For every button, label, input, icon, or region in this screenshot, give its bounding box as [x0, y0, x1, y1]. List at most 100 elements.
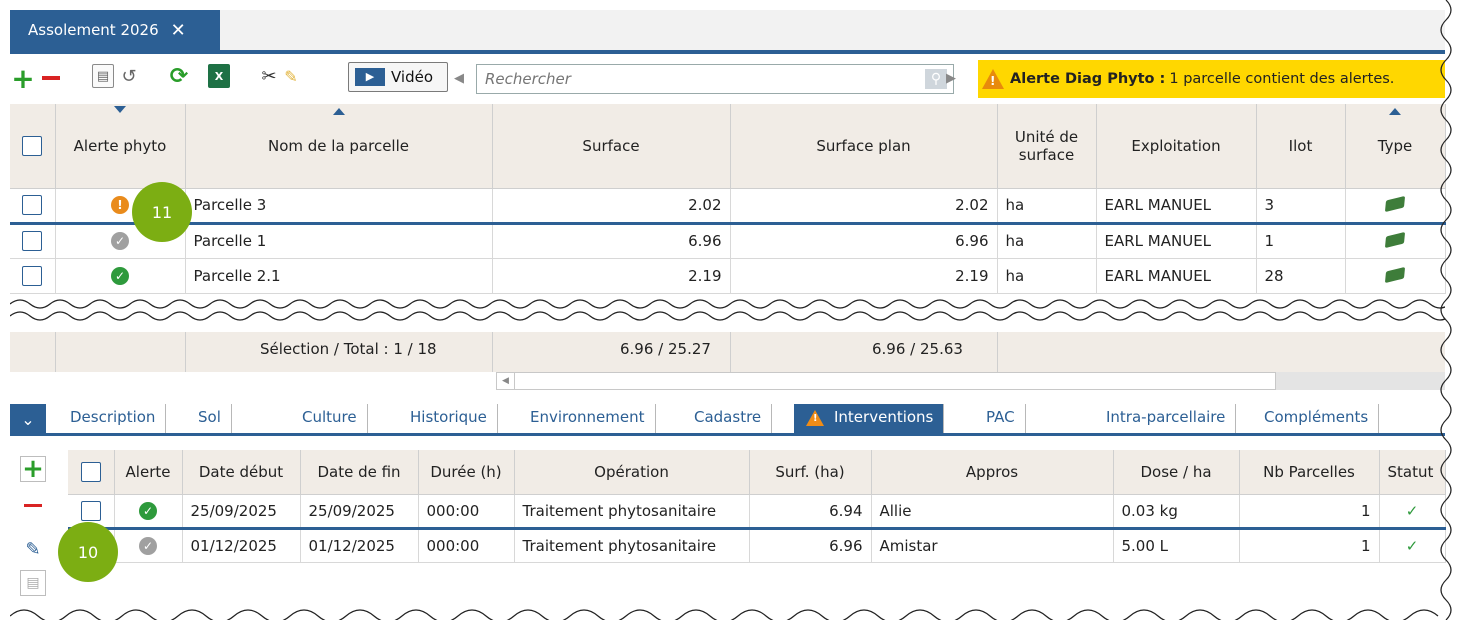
operation-cell: Traitement phytosanitaire: [514, 494, 750, 529]
col-date-fin[interactable]: Date de fin: [300, 450, 419, 495]
video-label: Vidéo: [391, 68, 434, 86]
scissors-icon[interactable]: ✂: [258, 64, 280, 88]
remove-icon[interactable]: [40, 64, 62, 92]
interventions-header-row: Alerte Date début Date de fin Durée (h) …: [68, 450, 1446, 495]
duree-cell: 000:00: [418, 494, 515, 529]
unite-cell: ha: [997, 258, 1097, 294]
save-icon[interactable]: ▤: [92, 64, 114, 88]
scrollbar-track[interactable]: [1276, 372, 1445, 390]
edit-pencil-icon[interactable]: ✎: [20, 536, 46, 562]
add-intervention-icon[interactable]: +: [20, 454, 46, 484]
close-icon[interactable]: ✕: [171, 20, 186, 41]
table-row-selected[interactable]: ✓ Parcelle 1 6.96 6.96 ha EARL MANUEL 1: [10, 221, 1446, 259]
remove-intervention-icon[interactable]: [20, 492, 46, 518]
ilot-cell: 28: [1256, 258, 1346, 294]
alert-title: Alerte Diag Phyto :: [1010, 71, 1166, 87]
date-debut-cell: 01/12/2025: [182, 526, 301, 563]
video-button[interactable]: ▶ Vidéo: [348, 62, 448, 92]
tab-pac[interactable]: PAC: [976, 404, 1026, 433]
row-checkbox[interactable]: [22, 265, 43, 286]
scroll-left-icon[interactable]: ◀: [497, 373, 515, 389]
col-unite-surface[interactable]: Unité de surface: [997, 104, 1097, 189]
col-surf[interactable]: Surf. (ha): [749, 450, 872, 495]
row-checkbox-cell[interactable]: [10, 258, 56, 294]
undo-icon[interactable]: ↺: [118, 64, 140, 88]
surface-cell: 6.96: [492, 221, 731, 259]
document-tab-bar: Assolement 2026 ✕: [10, 10, 1445, 50]
tab-environnement[interactable]: Environnement: [520, 404, 656, 433]
tab-interventions[interactable]: ! Interventions: [794, 404, 945, 433]
col-dose[interactable]: Dose / ha: [1113, 450, 1240, 495]
col-operation[interactable]: Opération: [514, 450, 750, 495]
select-all-header[interactable]: [10, 104, 56, 189]
select-all-header[interactable]: [68, 450, 115, 495]
table-row[interactable]: ✓ 25/09/2025 25/09/2025 000:00 Traitemen…: [68, 494, 1446, 529]
col-date-debut[interactable]: Date début: [182, 450, 301, 495]
tab-description[interactable]: Description: [60, 404, 167, 433]
col-statut[interactable]: Statut: [1379, 450, 1446, 495]
annotation-badge-10: 10: [58, 522, 118, 582]
search-input[interactable]: [477, 65, 897, 93]
tab-culture[interactable]: Culture: [292, 404, 368, 433]
operation-cell: Traitement phytosanitaire: [514, 526, 750, 563]
excel-export-icon[interactable]: X: [208, 64, 230, 88]
search-icon[interactable]: ⚲: [925, 69, 947, 89]
table-row-selected[interactable]: ✓ 01/12/2025 01/12/2025 000:00 Traitemen…: [68, 526, 1446, 563]
row-checkbox-cell[interactable]: [10, 188, 56, 224]
paste-icon[interactable]: ✎: [280, 64, 302, 88]
grid-header-row: Alerte phyto Nom de la parcelle Surface …: [10, 104, 1446, 189]
tab-sol[interactable]: Sol: [188, 404, 232, 433]
col-type[interactable]: Type: [1345, 104, 1446, 189]
alert-cell: ✓: [114, 526, 183, 563]
horizontal-scrollbar[interactable]: ◀: [496, 372, 1276, 390]
torn-break-bottom: [10, 602, 1445, 620]
col-nb-parcelles[interactable]: Nb Parcelles: [1239, 450, 1380, 495]
col-duree[interactable]: Durée (h): [418, 450, 515, 495]
tab-assolement-2026[interactable]: Assolement 2026 ✕: [10, 10, 220, 50]
refresh-icon[interactable]: ⟳: [168, 64, 190, 89]
surf-cell: 6.94: [749, 494, 872, 529]
row-checkbox-cell[interactable]: [10, 221, 56, 259]
nom-cell: Parcelle 1: [185, 221, 493, 259]
date-fin-cell: 01/12/2025: [300, 526, 419, 563]
type-cell: [1345, 188, 1446, 224]
collapse-chevron-icon[interactable]: ⌄: [10, 404, 46, 436]
parcel-type-icon: [1384, 266, 1406, 283]
tab-historique[interactable]: Historique: [400, 404, 498, 433]
table-row[interactable]: ✓ Parcelle 2.1 2.19 2.19 ha EARL MANUEL …: [10, 258, 1446, 294]
add-icon[interactable]: +: [11, 62, 34, 95]
duree-cell: 000:00: [418, 526, 515, 563]
document-icon[interactable]: ▤: [20, 570, 46, 596]
select-all-checkbox[interactable]: [22, 135, 43, 156]
tab-intra-parcellaire[interactable]: Intra-parcellaire: [1096, 404, 1237, 433]
exploitation-cell: EARL MANUEL: [1096, 188, 1257, 224]
col-alerte-phyto[interactable]: Alerte phyto: [55, 104, 186, 189]
tab-complements[interactable]: Compléments: [1254, 404, 1380, 433]
type-cell: [1345, 258, 1446, 294]
col-nom-parcelle[interactable]: Nom de la parcelle: [185, 104, 493, 189]
row-checkbox[interactable]: [80, 500, 101, 521]
totals-row: Sélection / Total : 1 / 18 6.96 / 25.27 …: [10, 332, 1445, 372]
tab-cadastre[interactable]: Cadastre: [684, 404, 773, 433]
col-surface[interactable]: Surface: [492, 104, 731, 189]
col-alerte[interactable]: Alerte: [114, 450, 183, 495]
col-ilot[interactable]: Ilot: [1256, 104, 1346, 189]
col-exploitation[interactable]: Exploitation: [1096, 104, 1257, 189]
col-surface-plan[interactable]: Surface plan: [730, 104, 998, 189]
torn-edge-right: [1440, 0, 1463, 620]
table-row[interactable]: ! Parcelle 3 2.02 2.02 ha EARL MANUEL 3: [10, 188, 1446, 224]
exploitation-cell: EARL MANUEL: [1096, 221, 1257, 259]
dose-cell: 5.00 L: [1113, 526, 1240, 563]
surface-plan-cell: 6.96: [730, 221, 998, 259]
video-icon: ▶: [355, 68, 385, 86]
search-prev-icon[interactable]: ◀: [454, 64, 464, 92]
row-checkbox[interactable]: [22, 195, 43, 215]
col-appros[interactable]: Appros: [871, 450, 1114, 495]
select-all-checkbox[interactable]: [80, 461, 101, 482]
row-checkbox[interactable]: [22, 231, 43, 251]
tab-title: Assolement 2026: [28, 21, 159, 39]
toolbar: + ▤ ↺ ⟳ X ✂ ✎ ▶ Vidéo ◀ ⚲ ▶ ! Alerte Diag…: [10, 58, 1445, 100]
search-next-icon[interactable]: ▶: [946, 64, 956, 92]
alert-banner[interactable]: ! Alerte Diag Phyto : 1 parcelle contien…: [978, 60, 1445, 98]
surface-plan-total: 6.96 / 25.63: [872, 340, 963, 358]
